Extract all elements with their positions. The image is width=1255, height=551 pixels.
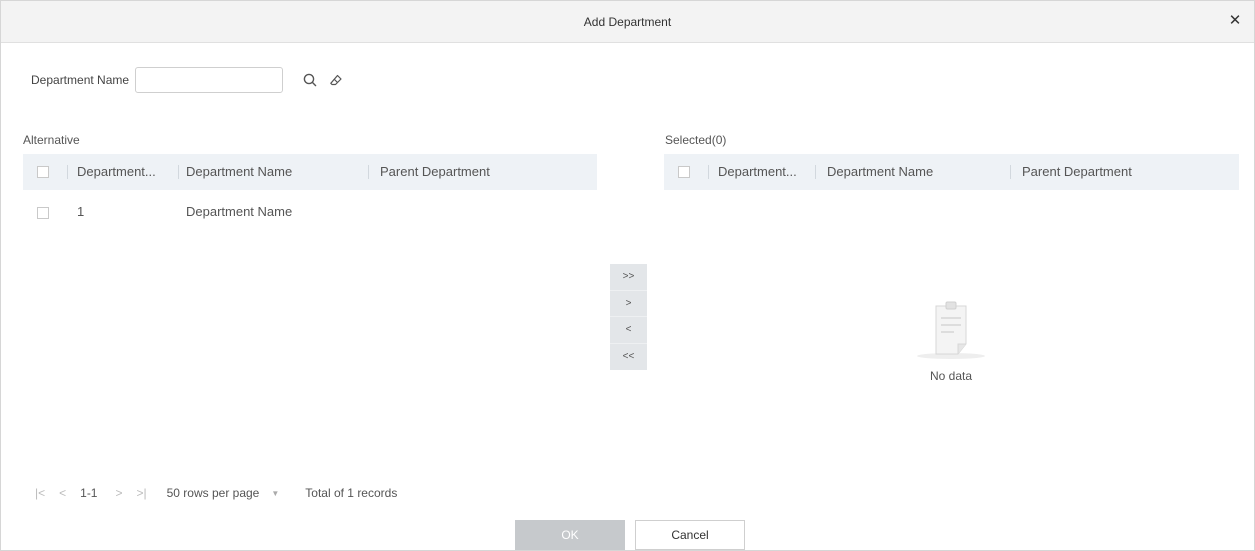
move-all-left-button[interactable]: << xyxy=(610,344,647,371)
rows-per-page-select[interactable]: 50 rows per page ▼ xyxy=(167,486,280,500)
column-separator xyxy=(708,165,709,179)
selected-col-parent-department[interactable]: Parent Department xyxy=(1022,154,1222,190)
last-page-icon[interactable]: >| xyxy=(137,486,147,500)
column-separator xyxy=(178,165,179,179)
move-all-right-button[interactable]: >> xyxy=(610,264,647,291)
no-data-text: No data xyxy=(929,369,973,383)
selected-select-all-checkbox[interactable] xyxy=(678,166,690,178)
selected-col-department-number[interactable]: Department... xyxy=(718,154,814,190)
pagination: |< < 1-1 > >| 50 rows per page ▼ Total o… xyxy=(35,481,397,505)
move-left-button[interactable]: < xyxy=(610,317,647,344)
alternative-grid-header: Department... Department Name Parent Dep… xyxy=(23,154,597,190)
selected-col-department-name[interactable]: Department Name xyxy=(827,154,997,190)
table-row[interactable]: 1 Department Name xyxy=(23,194,597,230)
alternative-col-parent-department[interactable]: Parent Department xyxy=(380,154,580,190)
column-separator xyxy=(1010,165,1011,179)
alternative-col-department-number[interactable]: Department... xyxy=(77,154,177,190)
alternative-col-department-name[interactable]: Department Name xyxy=(186,154,356,190)
row-parent-department xyxy=(380,194,580,230)
alternative-select-all-checkbox[interactable] xyxy=(37,166,49,178)
column-separator xyxy=(368,165,369,179)
clipboard-icon xyxy=(917,301,985,359)
move-right-button[interactable]: > xyxy=(610,291,647,317)
column-separator xyxy=(67,165,68,179)
dialog-titlebar: Add Department ✕ xyxy=(1,1,1254,43)
transfer-controls: >> > < << xyxy=(610,264,647,370)
row-checkbox[interactable] xyxy=(37,207,49,219)
cancel-button[interactable]: Cancel xyxy=(635,520,745,550)
alternative-label: Alternative xyxy=(23,133,80,147)
row-department-number: 1 xyxy=(77,204,85,219)
prev-page-icon[interactable]: < xyxy=(59,486,66,500)
dialog-title: Add Department xyxy=(583,15,672,29)
search-bar: Department Name xyxy=(31,67,349,93)
next-page-icon[interactable]: > xyxy=(115,486,122,500)
add-department-dialog: Add Department ✕ Department Name Alterna… xyxy=(0,0,1255,551)
department-name-label: Department Name xyxy=(31,73,130,87)
total-records: Total of 1 records xyxy=(305,486,398,500)
eraser-icon[interactable] xyxy=(323,67,349,93)
search-icon[interactable] xyxy=(297,67,323,93)
selected-label: Selected(0) xyxy=(665,133,727,147)
row-department-name: Department Name xyxy=(186,204,293,219)
column-separator xyxy=(815,165,816,179)
first-page-icon[interactable]: |< xyxy=(35,486,45,500)
close-icon[interactable]: ✕ xyxy=(1226,12,1244,30)
rows-per-page-label: 50 rows per page xyxy=(166,486,260,500)
chevron-down-icon: ▼ xyxy=(271,488,280,498)
empty-state: No data xyxy=(896,298,1006,383)
ok-button[interactable]: OK xyxy=(515,520,625,550)
selected-grid-header: Department... Department Name Parent Dep… xyxy=(664,154,1239,190)
department-name-input[interactable] xyxy=(135,67,284,93)
page-range: 1-1 xyxy=(80,486,98,500)
